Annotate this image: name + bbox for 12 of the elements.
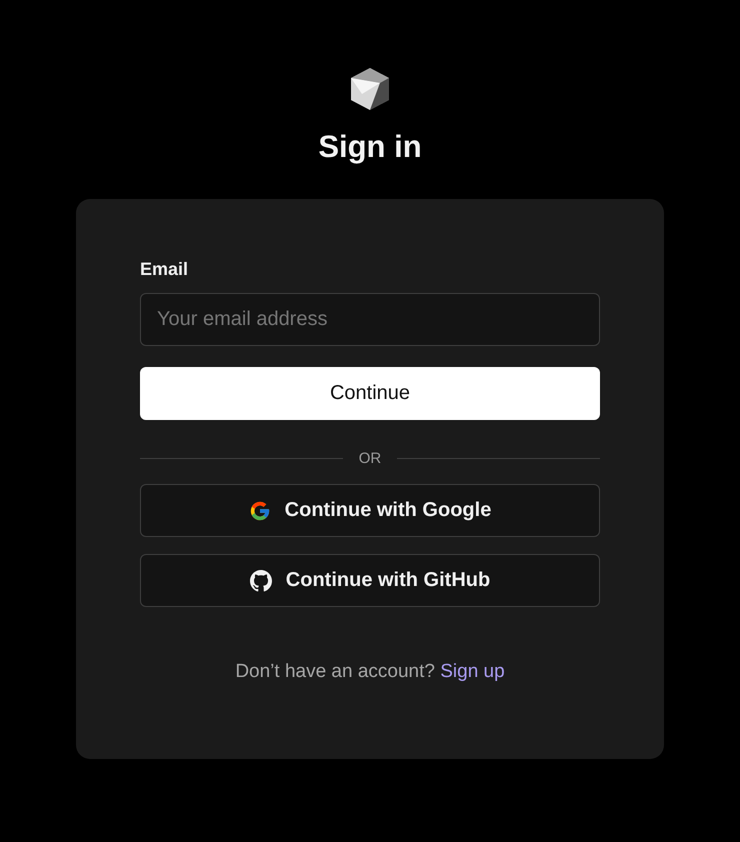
sign-up-prompt: Don’t have an account? Sign up xyxy=(234,661,506,683)
divider-label: OR xyxy=(358,450,382,467)
github-sign-in-button[interactable]: Continue with GitHub xyxy=(140,554,600,607)
continue-button[interactable]: Continue xyxy=(140,367,600,420)
google-icon xyxy=(248,500,271,522)
email-field[interactable]: Your email address xyxy=(140,293,600,346)
page-title: Sign in xyxy=(318,129,422,165)
cube-logo-icon xyxy=(350,67,390,111)
github-icon xyxy=(250,570,272,592)
sign-up-link[interactable]: Sign up xyxy=(440,661,505,682)
google-sign-in-button[interactable]: Continue with Google xyxy=(140,484,600,537)
email-label: Email xyxy=(140,259,188,280)
